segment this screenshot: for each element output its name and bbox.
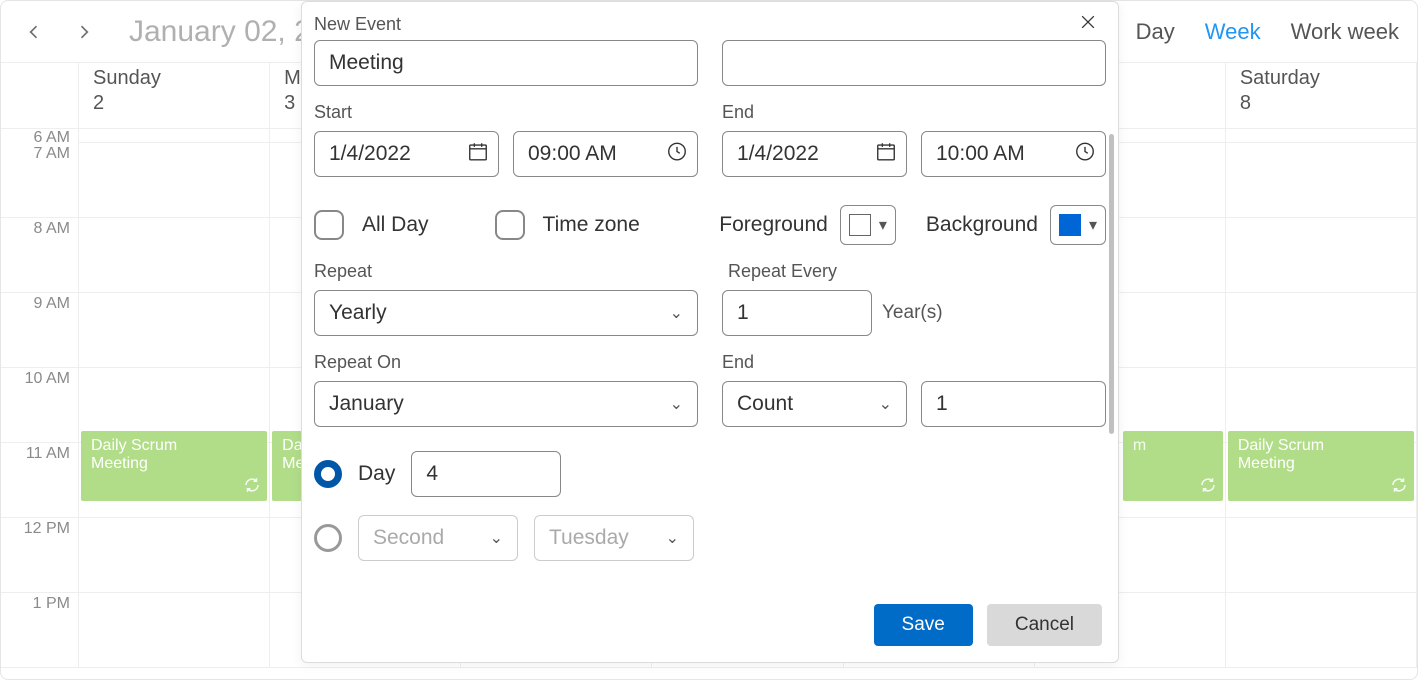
chevron-down-icon: ⌄	[666, 528, 679, 548]
event-block[interactable]: Daily Scrum Meeting	[81, 431, 267, 501]
tab-workweek[interactable]: Work week	[1291, 19, 1399, 45]
time-label: 1 PM	[33, 595, 70, 613]
swatch-white	[849, 214, 871, 236]
swatch-blue	[1059, 214, 1081, 236]
repeat-value: Yearly	[329, 301, 387, 325]
close-icon	[1078, 12, 1098, 32]
end-label: End	[722, 102, 1106, 123]
day-header: Saturday 8	[1226, 63, 1417, 128]
end-time-value: 10:00 AM	[936, 142, 1025, 166]
repeat-every-value: 1	[737, 301, 749, 325]
weekday-select[interactable]: Tuesday ⌄	[534, 515, 694, 561]
time-label: 12 PM	[24, 520, 70, 538]
event-block[interactable]: Da Me	[272, 431, 302, 501]
allday-checkbox[interactable]	[314, 210, 344, 240]
prev-button[interactable]	[19, 17, 49, 47]
tab-day[interactable]: Day	[1136, 19, 1175, 45]
day-name: Sunday	[93, 67, 255, 90]
chevron-down-icon: ▾	[1089, 215, 1097, 235]
time-label: 9 AM	[34, 295, 70, 313]
repeat-on-select[interactable]: January ⌄	[314, 381, 698, 427]
end-type-label: End	[722, 352, 1106, 373]
subject-value: Meeting	[329, 51, 404, 75]
chevron-down-icon: ⌄	[670, 303, 683, 323]
scrollbar-thumb[interactable]	[1109, 134, 1114, 434]
time-label: 8 AM	[34, 220, 70, 238]
chevron-down-icon: ⌄	[490, 528, 503, 548]
next-button[interactable]	[69, 17, 99, 47]
event-block[interactable]: Daily Scrum Meeting	[1228, 431, 1414, 501]
ordinal-select[interactable]: Second ⌄	[358, 515, 518, 561]
foreground-picker[interactable]: ▾	[840, 205, 896, 245]
day-header: Sunday 2	[79, 63, 270, 128]
chevron-left-icon	[24, 22, 44, 42]
time-label: 10 AM	[25, 370, 70, 388]
timezone-label: Time zone	[543, 213, 640, 237]
ordinal-radio[interactable]	[314, 524, 342, 552]
event-title: Me	[282, 455, 302, 472]
end-date-value: 1/4/2022	[737, 142, 819, 166]
recurring-icon	[1390, 476, 1408, 499]
repeat-every-unit: Year(s)	[882, 302, 943, 324]
clock-icon[interactable]	[666, 141, 688, 168]
recurring-icon	[1199, 476, 1217, 499]
chevron-down-icon: ⌄	[879, 394, 892, 414]
subject-input[interactable]: Meeting	[314, 40, 698, 86]
event-title: Daily Scrum	[91, 437, 177, 454]
weekday-value: Tuesday	[549, 526, 629, 550]
repeat-every-input[interactable]: 1	[722, 290, 872, 336]
repeat-select[interactable]: Yearly ⌄	[314, 290, 698, 336]
end-type-select[interactable]: Count ⌄	[722, 381, 907, 427]
calendar-icon[interactable]	[875, 141, 897, 168]
repeat-every-label: Repeat Every	[722, 261, 1106, 282]
repeat-on-value: January	[329, 392, 404, 416]
recurring-icon	[243, 476, 261, 499]
day-number-input[interactable]: 4	[411, 451, 561, 497]
start-time-value: 09:00 AM	[528, 142, 617, 166]
event-title: Da	[282, 437, 302, 454]
chevron-down-icon: ▾	[879, 215, 887, 235]
day-number: 2	[93, 92, 255, 115]
event-title: Meeting	[91, 455, 148, 472]
ordinal-value: Second	[373, 526, 444, 550]
allday-label: All Day	[362, 213, 429, 237]
day-value: 4	[426, 462, 438, 486]
foreground-label: Foreground	[719, 213, 828, 237]
day-number: 8	[1240, 92, 1402, 115]
time-label: 7 AM	[34, 145, 70, 163]
clock-icon[interactable]	[1074, 141, 1096, 168]
save-button[interactable]: Save	[874, 604, 973, 646]
start-date-value: 1/4/2022	[329, 142, 411, 166]
close-button[interactable]	[1074, 8, 1102, 41]
tab-week[interactable]: Week	[1205, 19, 1261, 45]
event-block[interactable]: m	[1123, 431, 1223, 501]
location-input[interactable]	[722, 40, 1106, 86]
repeat-on-label: Repeat On	[314, 352, 698, 373]
event-title: Daily Scrum	[1238, 437, 1324, 454]
day-radio-label: Day	[358, 462, 395, 486]
time-label: 11 AM	[26, 445, 70, 463]
calendar-icon[interactable]	[467, 141, 489, 168]
timezone-checkbox[interactable]	[495, 210, 525, 240]
new-event-dialog: New Event Meeting Start 1/4	[301, 1, 1119, 663]
cancel-button[interactable]: Cancel	[987, 604, 1102, 646]
start-label: Start	[314, 102, 698, 123]
repeat-label: Repeat	[314, 261, 698, 282]
chevron-down-icon: ⌄	[670, 394, 683, 414]
end-count-input[interactable]: 1	[921, 381, 1106, 427]
day-radio[interactable]	[314, 460, 342, 488]
chevron-right-icon	[74, 22, 94, 42]
background-label: Background	[926, 213, 1038, 237]
day-name: Saturday	[1240, 67, 1402, 90]
event-title: Meeting	[1238, 455, 1295, 472]
end-type-value: Count	[737, 392, 793, 416]
dialog-title: New Event	[314, 14, 401, 35]
background-picker[interactable]: ▾	[1050, 205, 1106, 245]
end-count-value: 1	[936, 392, 948, 416]
